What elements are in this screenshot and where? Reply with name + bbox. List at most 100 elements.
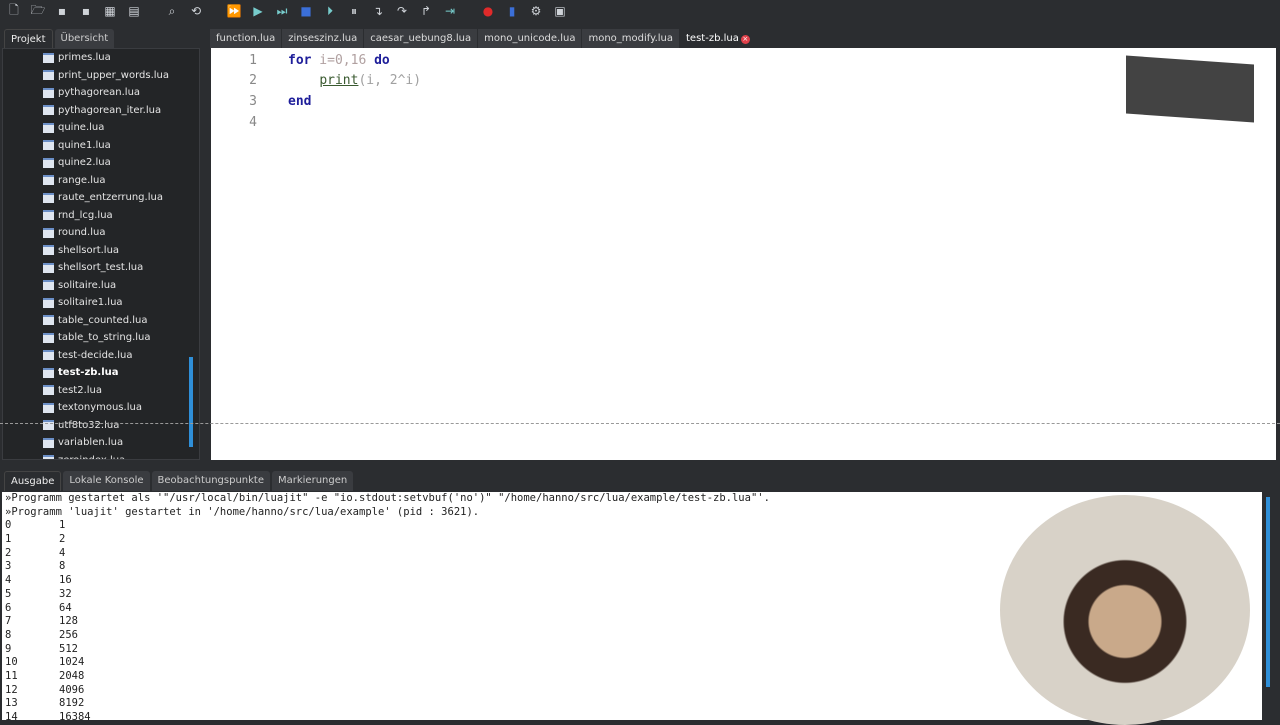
file-item[interactable]: shellsort.lua bbox=[3, 242, 199, 260]
line-number: 4 bbox=[249, 115, 257, 130]
file-item[interactable]: test-zb.lua bbox=[3, 364, 199, 382]
file-item[interactable]: solitaire.lua bbox=[3, 277, 199, 295]
tab-lokale-konsole[interactable]: Lokale Konsole bbox=[63, 471, 150, 491]
file-item[interactable]: quine.lua bbox=[3, 119, 199, 137]
power-value: 4 bbox=[59, 546, 66, 559]
tab-markierungen[interactable]: Markierungen bbox=[272, 471, 354, 491]
pirate-flag-overlay bbox=[1126, 55, 1254, 123]
lua-file-icon bbox=[43, 122, 54, 133]
lua-file-icon bbox=[43, 420, 54, 431]
power-value: 64 bbox=[59, 601, 72, 614]
step-into-icon[interactable]: ↴ bbox=[370, 3, 386, 19]
file-item[interactable]: print_upper_words.lua bbox=[3, 67, 199, 85]
file-item[interactable]: rnd_lcg.lua bbox=[3, 207, 199, 225]
project-file-tree: primes.lua print_upper_words.lua pythagore… bbox=[2, 48, 200, 460]
file-name: test2.lua bbox=[58, 384, 102, 396]
editor-tab[interactable]: mono_unicode.lua bbox=[478, 29, 583, 48]
file-item[interactable]: quine1.lua bbox=[3, 137, 199, 155]
run-icon[interactable]: ⏩ bbox=[226, 3, 242, 19]
loop-index: 2 bbox=[5, 546, 12, 559]
sidebar-scrollbar[interactable] bbox=[189, 357, 193, 447]
tab-projekt[interactable]: Projekt bbox=[4, 29, 53, 49]
file-item[interactable]: solitaire1.lua bbox=[3, 294, 199, 312]
file-name: test-zb.lua bbox=[58, 367, 119, 379]
tab-beobachtungspunkte[interactable]: Beobachtungspunkte bbox=[151, 471, 270, 491]
loop-index: 3 bbox=[5, 560, 12, 573]
file-item[interactable]: textonymous.lua bbox=[3, 399, 199, 417]
editor-tab[interactable]: mono_modify.lua bbox=[582, 29, 681, 48]
loop-index: 12 bbox=[5, 683, 18, 696]
file-name: shellsort.lua bbox=[58, 244, 120, 256]
file-item[interactable]: zeroindex.lua bbox=[3, 452, 199, 459]
new-file-icon[interactable]: 🗋 bbox=[6, 3, 22, 19]
step-over-icon[interactable]: ↷ bbox=[394, 3, 410, 19]
lua-file-icon bbox=[43, 227, 54, 238]
tab-label: test-zb.lua bbox=[686, 33, 739, 44]
lua-file-icon bbox=[43, 280, 54, 291]
step-out-icon[interactable]: ↱ bbox=[418, 3, 434, 19]
file-name: primes.lua bbox=[58, 52, 111, 64]
save-all-icon[interactable]: ▪ bbox=[78, 3, 94, 19]
editor-tab[interactable]: function.lua bbox=[210, 29, 283, 48]
tab-uebersicht[interactable]: Übersicht bbox=[54, 29, 115, 49]
continue-icon[interactable]: ⏵ bbox=[322, 3, 338, 19]
file-item[interactable]: primes.lua bbox=[3, 49, 199, 67]
lua-file-icon bbox=[43, 437, 54, 448]
power-value: 1 bbox=[59, 519, 66, 532]
save-icon[interactable]: ▪ bbox=[54, 3, 70, 19]
lua-file-icon bbox=[43, 70, 54, 81]
file-item[interactable]: shellsort_test.lua bbox=[3, 259, 199, 277]
file-item[interactable]: table_to_string.lua bbox=[3, 329, 199, 347]
replace-icon[interactable]: ⟲ bbox=[188, 3, 204, 19]
keyword: for bbox=[288, 53, 312, 68]
output-scrollbar[interactable] bbox=[1266, 497, 1270, 687]
find-icon[interactable]: ⌕ bbox=[164, 3, 180, 19]
file-item[interactable]: raute_entzerrung.lua bbox=[3, 189, 199, 207]
power-value: 4096 bbox=[59, 683, 85, 696]
project-icon[interactable]: ▦ bbox=[102, 3, 118, 19]
window-icon[interactable]: ▣ bbox=[552, 3, 568, 19]
stop-icon[interactable]: ■ bbox=[298, 3, 314, 19]
lua-file-icon bbox=[43, 245, 54, 256]
folder-icon[interactable]: ▤ bbox=[126, 3, 142, 19]
lua-file-icon bbox=[43, 192, 54, 203]
file-item[interactable]: range.lua bbox=[3, 172, 199, 190]
file-item[interactable]: utf8to32.lua bbox=[3, 417, 199, 435]
open-file-icon[interactable]: 🗁 bbox=[30, 3, 46, 19]
start-debug-icon[interactable]: ▶ bbox=[250, 3, 266, 19]
lua-file-icon bbox=[43, 157, 54, 168]
file-item[interactable]: quine2.lua bbox=[3, 154, 199, 172]
file-name: quine.lua bbox=[58, 122, 105, 134]
run-to-cursor-icon[interactable]: ⇥ bbox=[442, 3, 458, 19]
editor-tab-active[interactable]: test-zb.lua × bbox=[680, 29, 757, 48]
close-tab-icon[interactable]: × bbox=[740, 35, 750, 44]
pause-icon[interactable]: ⏸ bbox=[346, 3, 362, 19]
splitter-handle[interactable] bbox=[0, 423, 1280, 425]
file-item[interactable]: table_counted.lua bbox=[3, 312, 199, 330]
code-editor[interactable]: 1 for i=0,16 do 2 print(i, 2^i) 3 end 4 bbox=[211, 48, 1276, 460]
line-number: 2 bbox=[249, 73, 257, 88]
file-item[interactable]: round.lua bbox=[3, 224, 199, 242]
bookmark-icon[interactable]: ▮ bbox=[504, 3, 520, 19]
loop-index: 0 bbox=[5, 519, 12, 532]
keyword: end bbox=[288, 94, 312, 109]
lua-file-icon bbox=[43, 52, 54, 63]
loop-index: 13 bbox=[5, 697, 18, 710]
file-item[interactable]: test2.lua bbox=[3, 382, 199, 400]
file-item[interactable]: pythagorean.lua bbox=[3, 84, 199, 102]
tools-icon[interactable]: ⚙ bbox=[528, 3, 544, 19]
loop-index: 5 bbox=[5, 587, 12, 600]
editor-tab[interactable]: zinseszinz.lua bbox=[282, 29, 365, 48]
file-item[interactable]: test-decide.lua bbox=[3, 347, 199, 365]
toolbar: 🗋 🗁 ▪ ▪ ▦ ▤ ⌕ ⟲ ⏩ ▶ ⏭ ■ ⏵ ⏸ ↴ ↷ ↱ ⇥ ● ▮ ⚙ ▣ bbox=[0, 0, 1280, 22]
breakpoint-icon[interactable]: ● bbox=[480, 3, 496, 19]
tab-ausgabe[interactable]: Ausgabe bbox=[4, 471, 62, 491]
editor-tab[interactable]: caesar_uebung8.lua bbox=[364, 29, 479, 48]
lua-file-icon bbox=[43, 140, 54, 151]
file-item[interactable]: pythagorean_iter.lua bbox=[3, 102, 199, 120]
file-name: textonymous.lua bbox=[58, 402, 142, 414]
file-name: solitaire1.lua bbox=[58, 297, 123, 309]
step-icon[interactable]: ⏭ bbox=[274, 3, 290, 19]
file-item[interactable]: variablen.lua bbox=[3, 434, 199, 452]
power-value: 2 bbox=[59, 533, 66, 546]
